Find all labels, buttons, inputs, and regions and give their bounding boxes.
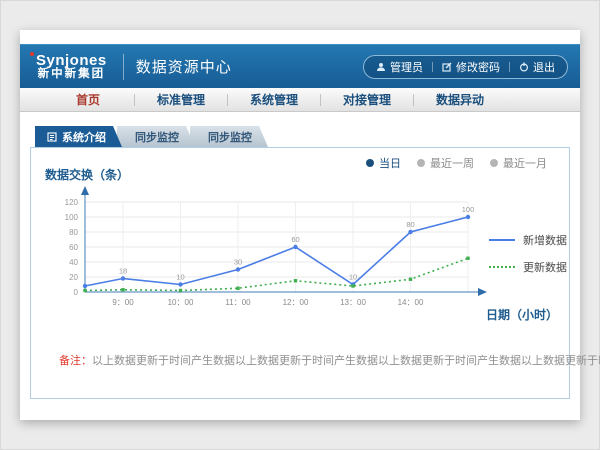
y-tick-label: 80 [69,228,78,237]
y-tick-label: 60 [69,243,78,252]
new-data-point [178,282,182,286]
new-data-point [293,245,297,249]
user-menu-admin-label: 管理员 [390,59,423,75]
new-data-point-label: 10 [176,273,184,282]
time-filter-group: 当日 最近一周 最近一月 [366,155,547,171]
new-data-point-label: 100 [462,205,475,214]
pill-separator [432,62,433,72]
update-data-point [294,279,297,282]
x-tick-label: 12：00 [283,298,309,307]
main-nav: 首页 标准管理 系统管理 对接管理 数据异动 [20,88,580,112]
user-menu-logout[interactable]: 退出 [519,59,555,75]
y-axis-arrow [81,186,89,195]
update-data-point [121,288,124,291]
app-window: Synjones 新中新集团 数据资源中心 管理员 修改密码 [20,30,580,420]
y-tick-label: 0 [74,288,79,297]
edit-icon [442,62,452,72]
new-data-point [83,284,87,288]
radio-dot [417,159,425,167]
logout-icon [519,62,529,72]
tab-label: 同步监控 [135,129,179,145]
logo-subtitle: 新中新集团 [36,68,107,80]
new-data-line-sample [489,239,515,241]
update-data-point [466,257,469,260]
logo-name: Synjones [36,53,107,69]
pill-separator [509,62,510,72]
new-data-point-label: 18 [119,267,127,276]
footnote-text: 以上数据更新于时间产生数据以上数据更新于时间产生数据以上数据更新于时间产生数据以… [92,355,600,367]
change-password-label: 修改密码 [456,59,500,75]
nav-item-data-change[interactable]: 数据异动 [414,91,506,108]
y-axis-title: 数据交换（条） [45,166,129,183]
update-data-line-sample [489,266,515,268]
top-strip [20,30,580,44]
x-tick-label: 13：00 [340,298,366,307]
x-tick-label: 9：00 [112,298,134,307]
user-menu-admin[interactable]: 管理员 [376,59,423,75]
x-tick-label: 14：00 [398,298,424,307]
update-data-point [409,278,412,281]
tab-label: 同步监控 [208,129,252,145]
user-menu: 管理员 修改密码 退出 [363,55,568,79]
nav-item-standard-mgmt[interactable]: 标准管理 [135,91,227,108]
form-icon [47,132,57,142]
new-data-point [466,215,470,219]
radio-last-week-label: 最近一周 [430,155,474,171]
radio-last-month[interactable]: 最近一月 [490,155,547,171]
new-data-point [236,267,240,271]
tab-bar: 系统介绍 同步监控 同步监控 [35,126,580,147]
new-data-point-label: 60 [291,235,299,244]
y-tick-label: 20 [69,273,78,282]
chart-panel: 当日 最近一周 最近一月 数据交换（条） 0 20 40 60 80 100 120 9：00… [30,147,570,399]
x-tick-label: 10：00 [168,298,194,307]
chart-legend: 新增数据 更新数据 [489,232,567,286]
radio-today[interactable]: 当日 [366,155,401,171]
new-data-point-label: 80 [406,220,414,229]
radio-last-week[interactable]: 最近一周 [417,155,474,171]
footnote-label: 备注： [59,355,92,367]
user-menu-change-password[interactable]: 修改密码 [442,59,500,75]
chart-area: 0 20 40 60 80 100 120 9：00 10：00 11：00 12：00 13：00 1… [37,182,487,322]
x-tick-label: 11：00 [225,298,251,307]
radio-today-label: 当日 [379,155,401,171]
new-data-point-label: 10 [349,273,357,282]
tab-label: 系统介绍 [62,129,106,145]
app-header: Synjones 新中新集团 数据资源中心 管理员 修改密码 [20,44,580,88]
tab-sync-monitor-2[interactable]: 同步监控 [190,126,268,147]
update-data-point [83,289,86,292]
header-divider [123,54,124,80]
legend-new-data-label: 新增数据 [523,232,567,248]
y-tick-label: 120 [65,198,79,207]
new-data-point-label: 30 [234,258,242,267]
nav-item-home[interactable]: 首页 [42,91,134,108]
tab-system-intro[interactable]: 系统介绍 [35,126,122,147]
new-data-point [408,230,412,234]
update-data-point [236,287,239,290]
legend-update-data-label: 更新数据 [523,259,567,275]
company-logo: Synjones 新中新集团 [32,53,111,81]
radio-dot [366,159,374,167]
exchange-chart-svg: 0 20 40 60 80 100 120 9：00 10：00 11：00 12：00 13：00 1… [37,182,487,317]
radio-dot [490,159,498,167]
nav-item-interface-mgmt[interactable]: 对接管理 [321,91,413,108]
x-axis-title: 日期（小时） [486,306,558,323]
logout-label: 退出 [533,59,555,75]
legend-new-data: 新增数据 [489,232,567,248]
user-icon [376,62,386,72]
y-tick-label: 40 [69,258,78,267]
y-tick-label: 100 [65,213,79,222]
radio-last-month-label: 最近一月 [503,155,547,171]
logo-accent-dot [30,52,34,56]
update-data-point [179,289,182,292]
app-title: 数据资源中心 [136,56,232,77]
legend-update-data: 更新数据 [489,259,567,275]
update-data-point [351,284,354,287]
nav-item-system-mgmt[interactable]: 系统管理 [228,91,320,108]
tab-sync-monitor-1[interactable]: 同步监控 [117,126,195,147]
new-data-point [121,276,125,280]
footnote: 备注：以上数据更新于时间产生数据以上数据更新于时间产生数据以上数据更新于时间产生… [59,352,600,368]
x-axis-arrow [478,288,487,296]
